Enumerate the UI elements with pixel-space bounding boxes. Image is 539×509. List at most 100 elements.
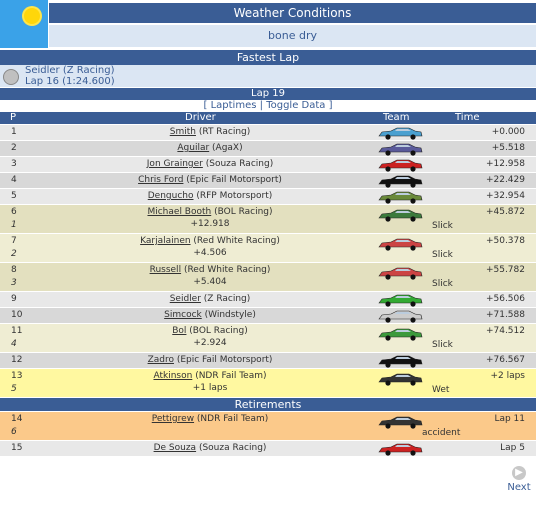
position-number: 8 <box>11 265 17 275</box>
driver-link[interactable]: Pettigrew <box>152 414 194 424</box>
lap-title: Lap 19 <box>0 88 536 100</box>
table-row: 8 Russell (Red White Racing) +55.782 3 +5.40… <box>0 263 536 291</box>
tyre-or-status: Slick <box>432 279 453 289</box>
driver-cell: Dengucho (RFP Motorsport) <box>110 191 310 202</box>
col-position: P <box>10 112 17 123</box>
position-number: 13 <box>11 371 23 381</box>
driver-cell: Seidler (Z Racing) <box>110 294 310 305</box>
gap-position: 1 <box>11 220 17 230</box>
time-value: +45.872 <box>485 207 525 217</box>
fastest-lap-time: Lap 16 (1:24.600) <box>25 76 115 87</box>
driver-link[interactable]: Bol <box>172 326 186 336</box>
driver-cell: Bol (BOL Racing) <box>110 326 310 337</box>
table-row: 12 Zadro (Epic Fail Motorsport) +76.567 <box>0 353 536 368</box>
table-row: 5 Dengucho (RFP Motorsport) +32.954 <box>0 189 536 204</box>
team-car-icon <box>377 266 423 280</box>
team-car-icon <box>377 142 423 156</box>
driver-link[interactable]: Simcock <box>164 310 202 320</box>
time-value: +0.000 <box>491 127 525 137</box>
team-car-icon <box>377 354 423 368</box>
team-car-icon <box>377 442 423 456</box>
tyre-or-status: Slick <box>432 340 453 350</box>
driver-team: (Souza Racing) <box>202 159 274 169</box>
helmet-icon <box>3 69 19 85</box>
team-car-icon <box>377 293 423 307</box>
time-value: Lap 11 <box>494 414 525 424</box>
driver-link[interactable]: Michael Booth <box>147 207 211 217</box>
position-number: 6 <box>11 207 17 217</box>
team-car-icon <box>377 237 423 251</box>
next-button[interactable]: ▶ Next <box>504 466 534 493</box>
table-row: 9 Seidler (Z Racing) +56.506 <box>0 292 536 307</box>
fastest-lap-driver: Seidler (Z Racing) <box>25 65 115 76</box>
driver-team: (RT Racing) <box>195 127 251 137</box>
next-arrow-icon: ▶ <box>512 466 526 480</box>
driver-cell: Russell (Red White Racing) <box>110 265 310 276</box>
team-car-icon <box>377 174 423 188</box>
time-value: +12.958 <box>485 159 525 169</box>
position-number: 4 <box>11 175 17 185</box>
weather-value: bone dry <box>49 25 536 47</box>
driver-link[interactable]: Smith <box>170 127 196 137</box>
position-number: 12 <box>11 355 23 365</box>
position-number: 2 <box>11 143 17 153</box>
position-number: 15 <box>11 443 23 453</box>
gap-position: 5 <box>11 384 17 394</box>
driver-cell: Jon Grainger (Souza Racing) <box>110 159 310 170</box>
driver-link[interactable]: Dengucho <box>148 191 194 201</box>
team-car-icon <box>377 190 423 204</box>
retirements-title: Retirements <box>0 398 536 411</box>
driver-team: (BOL Racing) <box>186 326 248 336</box>
driver-cell: Chris Ford (Epic Fail Motorsport) <box>110 175 310 186</box>
team-car-icon <box>377 327 423 341</box>
position-number: 5 <box>11 191 17 201</box>
time-value: +56.506 <box>485 294 525 304</box>
driver-link[interactable]: De Souza <box>154 443 197 453</box>
team-car-icon <box>377 309 423 323</box>
interval-value: +5.404 <box>193 277 227 287</box>
toggle-data-link[interactable]: Toggle Data <box>266 100 325 111</box>
col-driver: Driver <box>185 112 216 123</box>
table-row: 3 Jon Grainger (Souza Racing) +12.958 <box>0 157 536 172</box>
driver-link[interactable]: Russell <box>150 265 181 275</box>
driver-team: (AgaX) <box>209 143 243 153</box>
driver-cell: De Souza (Souza Racing) <box>110 443 310 454</box>
interval-value: +2.924 <box>193 338 227 348</box>
interval-value: +4.506 <box>193 248 227 258</box>
table-row: 13 Atkinson (NDR Fail Team) +2 laps 5 +1 lap… <box>0 369 536 397</box>
driver-cell: Smith (RT Racing) <box>110 127 310 138</box>
driver-link[interactable]: Chris Ford <box>138 175 183 185</box>
results-links: [ Laptimes | Toggle Data ] <box>0 100 536 112</box>
driver-link[interactable]: Jon Grainger <box>147 159 203 169</box>
time-value: +5.518 <box>491 143 525 153</box>
driver-link[interactable]: Aguilar <box>177 143 209 153</box>
sun-icon <box>24 8 40 24</box>
table-row: 6 Michael Booth (BOL Racing) +45.872 1 +12.9… <box>0 205 536 233</box>
laptimes-link[interactable]: Laptimes <box>211 100 257 111</box>
position-number: 10 <box>11 310 23 320</box>
interval-value: +12.918 <box>190 219 230 229</box>
driver-team: (Red White Racing) <box>181 265 271 275</box>
position-number: 9 <box>11 294 17 304</box>
fastest-lap-box: Seidler (Z Racing) Lap 16 (1:24.600) <box>0 65 536 87</box>
driver-cell: Simcock (Windstyle) <box>110 310 310 321</box>
time-value: +22.429 <box>485 175 525 185</box>
driver-link[interactable]: Atkinson <box>153 371 192 381</box>
time-value: +71.588 <box>485 310 525 320</box>
driver-link[interactable]: Zadro <box>148 355 174 365</box>
position-number: 3 <box>11 159 17 169</box>
col-team: Team <box>383 112 410 123</box>
table-row: 7 Karjalainen (Red White Racing) +50.378 2 +… <box>0 234 536 262</box>
driver-link[interactable]: Seidler <box>170 294 201 304</box>
time-value: +55.782 <box>485 265 525 275</box>
table-row: 4 Chris Ford (Epic Fail Motorsport) +22.42… <box>0 173 536 188</box>
driver-cell: Aguilar (AgaX) <box>110 143 310 154</box>
time-value: +2 laps <box>490 371 525 381</box>
tyre-or-status: Wet <box>432 385 450 395</box>
driver-link[interactable]: Karjalainen <box>140 236 190 246</box>
table-row: 15 De Souza (Souza Racing) Lap 5 <box>0 441 536 456</box>
links-open-bracket: [ <box>203 100 208 111</box>
team-car-icon <box>377 126 423 140</box>
time-value: Lap 5 <box>500 443 525 453</box>
team-car-icon <box>377 208 423 222</box>
